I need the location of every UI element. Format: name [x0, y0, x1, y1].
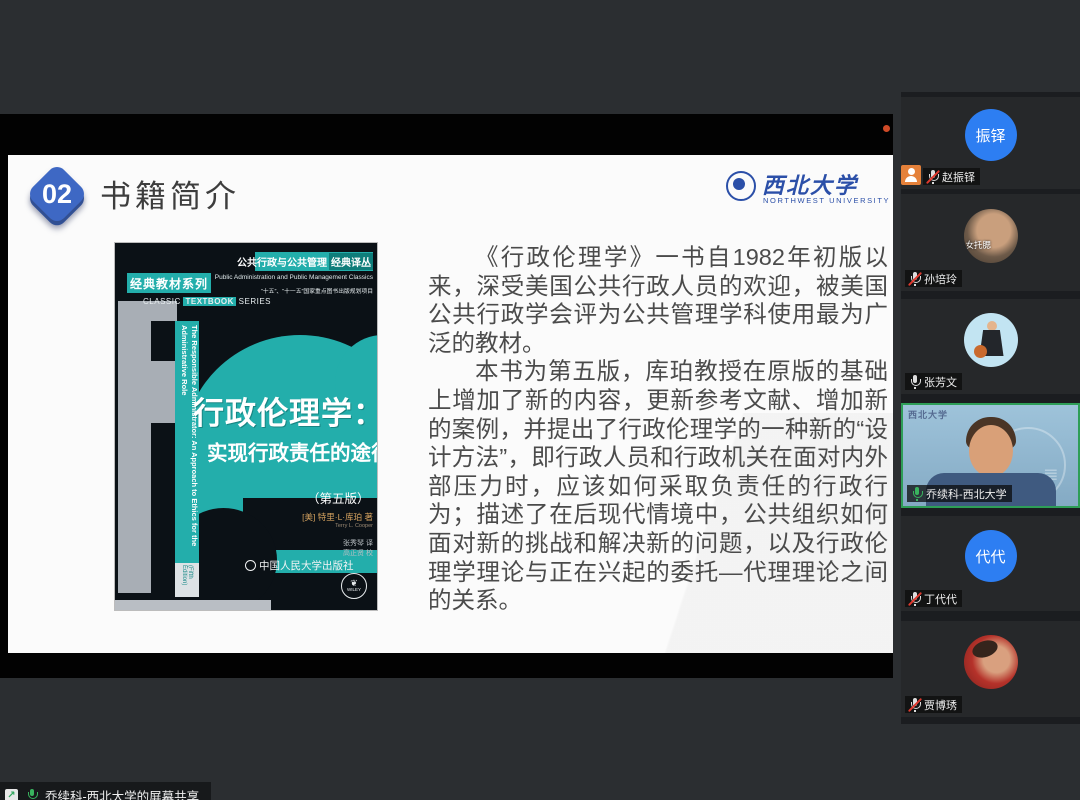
meeting-window: 02 书籍简介 西北大学 NORTHWEST UNIVERSITY 公共行政与公 — [0, 0, 1080, 800]
cover-bottom-bar — [115, 600, 271, 610]
slide-body-text: 《行政伦理学》一书自1982年初版以来，深受美国公共行政人员的欢迎，被美国公共行… — [428, 243, 888, 615]
book-edition: （第五版） — [307, 488, 370, 507]
participant-tile[interactable]: 代代 丁代代 — [901, 516, 1080, 611]
participants-sidebar: 振铎 赵振铎 女托腮 孙培玲 张芳文 西北大学𝌆 乔续科-西北大学 代代 — [893, 0, 1080, 800]
participant-name: 贾博琇 — [924, 697, 957, 713]
avatar-initials: 代代 — [965, 530, 1017, 582]
participant-tile[interactable]: 女托腮 孙培玲 — [901, 194, 1080, 291]
mic-icon — [910, 486, 923, 501]
participant-tile[interactable]: 贾博琇 — [901, 621, 1080, 717]
wiley-logo: ❦WILEY — [341, 573, 367, 599]
participant-label: 孙培玲 — [905, 270, 962, 287]
cover-series-banner: 公共行政与公共管理经典译丛 — [255, 252, 373, 271]
university-seal-icon — [726, 171, 756, 201]
participant-label: 赵振铎 — [923, 168, 980, 185]
participant-tile[interactable]: 振铎 赵振铎 — [901, 97, 1080, 189]
participant-label: 乔续科-西北大学 — [907, 485, 1012, 502]
cover-fifth-edition: (Fifth Edition) — [175, 563, 199, 597]
university-name-en: NORTHWEST UNIVERSITY — [763, 196, 890, 205]
avatar-initials: 振铎 — [965, 109, 1017, 161]
slide-title: 书籍简介 — [100, 171, 240, 216]
university-logo: 西北大学 NORTHWEST UNIVERSITY — [726, 168, 886, 214]
cover-series-label: 经典教材系列 — [127, 273, 211, 293]
host-icon — [901, 165, 921, 185]
avatar-photo: 女托腮 — [964, 209, 1018, 263]
screen-share-label: 乔续科-西北大学的屏幕共享 — [45, 786, 199, 800]
cover-gray-block — [151, 361, 177, 423]
cover-project-line: “十五”、“十一五”国家重点图书出版规划项目 — [210, 286, 373, 295]
paragraph-2: 本书为第五版，库珀教授在原版的基础上增加了新的内容，更新参考文献、增加新的案例，… — [428, 357, 888, 614]
participant-label: 丁代代 — [905, 590, 962, 607]
screen-share-area: 02 书籍简介 西北大学 NORTHWEST UNIVERSITY 公共行政与公 — [0, 114, 893, 678]
mic-icon — [908, 374, 921, 389]
cover-series-label-en: CLASSIC TEXTBOOK SERIES — [143, 297, 283, 306]
book-title: 行政伦理学： — [193, 388, 377, 433]
screen-share-banner: ↗ 乔续科-西北大学的屏幕共享 — [0, 782, 211, 800]
participant-label: 张芳文 — [905, 373, 962, 390]
book-author-en: Terry L. Cooper — [293, 523, 373, 529]
participant-tile[interactable]: 张芳文 — [901, 299, 1080, 394]
presentation-slide: 02 书籍简介 西北大学 NORTHWEST UNIVERSITY 公共行政与公 — [8, 155, 893, 653]
avatar-photo — [964, 635, 1018, 689]
mic-icon — [908, 271, 921, 286]
participant-name: 孙培玲 — [924, 271, 957, 287]
participant-name: 丁代代 — [924, 591, 957, 607]
participant-label: 贾博琇 — [905, 696, 962, 713]
participant-name: 赵振铎 — [942, 169, 975, 185]
publisher-logo-icon — [245, 560, 256, 571]
recording-dot — [883, 125, 890, 132]
sharer-mic-icon — [25, 788, 38, 800]
book-subtitle: 实现行政责任的途径 — [207, 436, 377, 466]
avatar-basketball-illustration — [964, 313, 1018, 367]
mic-icon — [908, 591, 921, 606]
mic-icon — [908, 697, 921, 712]
mic-icon — [926, 169, 939, 184]
book-cover: 公共行政与公共管理经典译丛 Public Administration and … — [115, 243, 377, 610]
participant-name: 张芳文 — [924, 374, 957, 390]
section-number-badge: 02 — [24, 161, 90, 227]
publisher: 中国人民大学出版社 — [245, 558, 375, 573]
share-screen-icon: ↗ — [5, 789, 18, 800]
participant-tile[interactable]: 西北大学𝌆 乔续科-西北大学 — [901, 403, 1080, 508]
section-number: 02 — [24, 161, 90, 227]
participant-name: 乔续科-西北大学 — [926, 486, 1007, 502]
book-author: [美] 特里·L·库珀 著 — [293, 511, 373, 523]
book-translator: 张秀琴 译 高正贤 校 — [310, 539, 373, 559]
paragraph-1: 《行政伦理学》一书自1982年初版以来，深受美国公共行政人员的欢迎，被美国公共行… — [428, 243, 888, 357]
cover-gray-block — [118, 301, 151, 593]
cover-vertical-title-en: The Responsible Administrator: An Approa… — [177, 325, 199, 560]
